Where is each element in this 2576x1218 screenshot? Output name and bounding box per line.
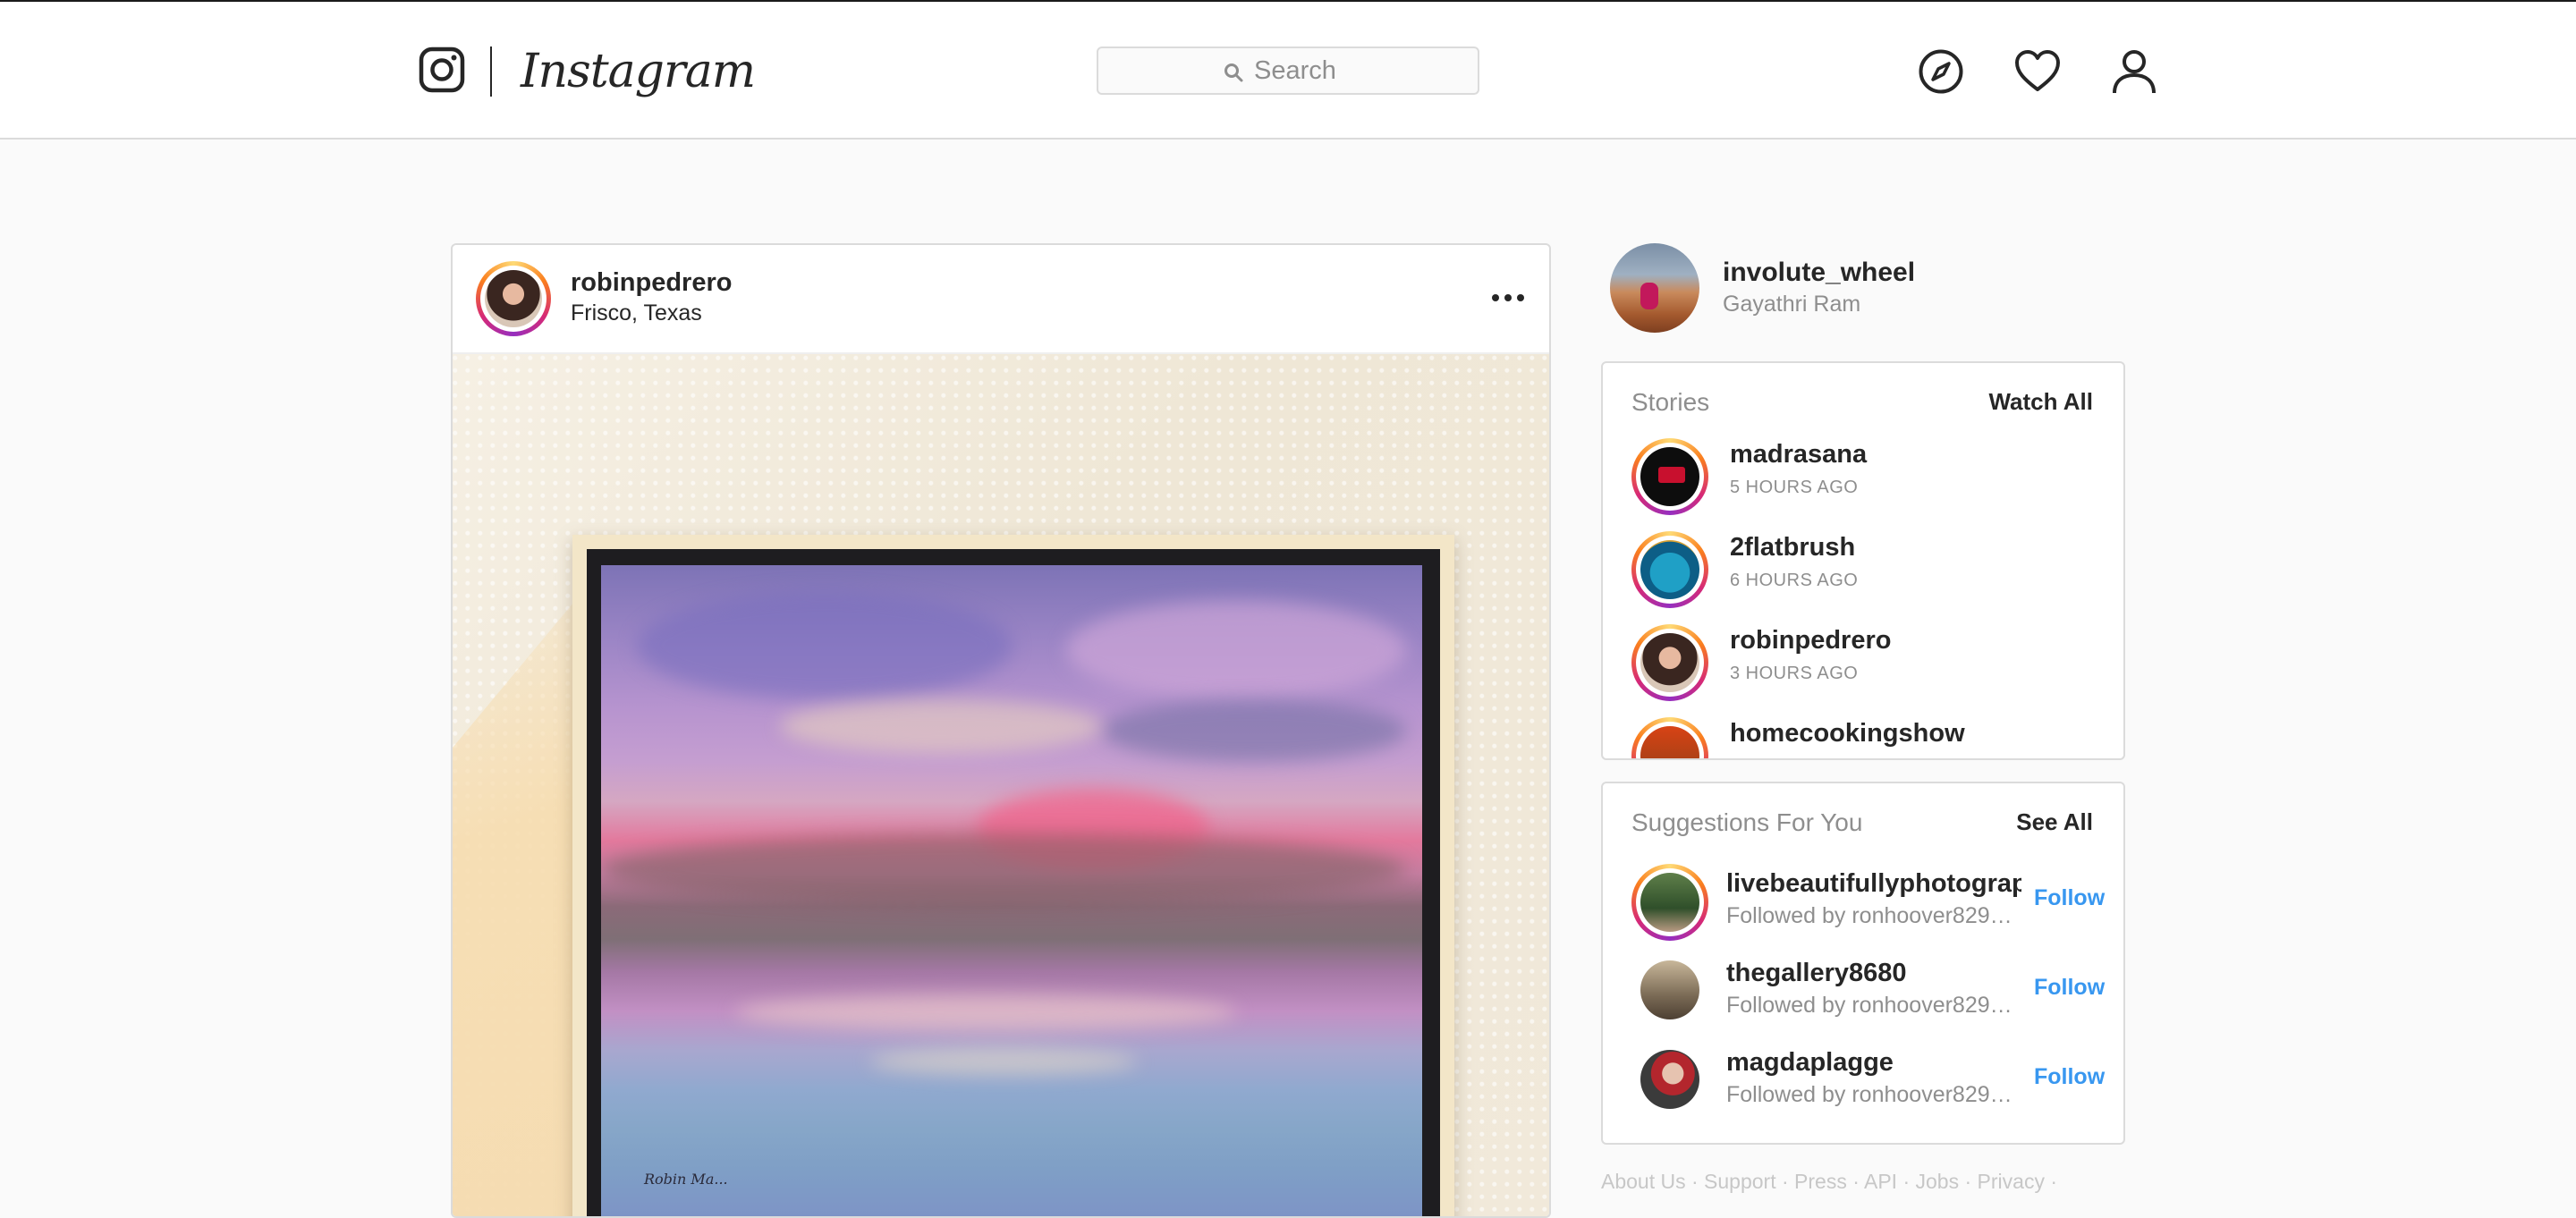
painting-signature: Robin Ma... bbox=[644, 1171, 728, 1188]
post-author-username[interactable]: robinpedrero bbox=[571, 268, 732, 298]
current-user-username[interactable]: involute_wheel bbox=[1723, 258, 1915, 288]
more-options-icon[interactable] bbox=[1490, 284, 1526, 311]
story-item[interactable]: homecookingshow bbox=[1631, 714, 2114, 758]
story-item[interactable]: robinpedrero 3 HOURS AGO bbox=[1631, 621, 2114, 705]
sunset-painting: Robin Ma... bbox=[601, 565, 1422, 1216]
suggestion-item: thegallery8680 Followed by ronhoover8291… bbox=[1631, 950, 2114, 1030]
story-timestamp: 3 HOURS AGO bbox=[1730, 664, 1859, 683]
search-placeholder: Search bbox=[1254, 56, 1336, 85]
follow-button[interactable]: Follow bbox=[2034, 885, 2105, 911]
suggestion-followed-by: Followed by ronhoover8291 + 3 more bbox=[1726, 1082, 2016, 1107]
camera-logo-icon[interactable] bbox=[419, 47, 465, 93]
story-item[interactable]: 2flatbrush 6 HOURS AGO bbox=[1631, 528, 2114, 612]
story-avatar[interactable] bbox=[1631, 624, 1708, 701]
heart-icon[interactable] bbox=[2014, 48, 2061, 95]
story-item[interactable]: madrasana 5 HOURS AGO bbox=[1631, 435, 2114, 519]
story-username[interactable]: 2flatbrush bbox=[1730, 533, 1855, 562]
post-location[interactable]: Frisco, Texas bbox=[571, 300, 702, 326]
compass-icon[interactable] bbox=[1918, 48, 1964, 95]
post-author-avatar[interactable] bbox=[476, 261, 551, 336]
feed-post: robinpedrero Frisco, Texas Robin Ma... bbox=[451, 243, 1551, 1218]
post-photo[interactable]: Robin Ma... bbox=[453, 354, 1549, 1216]
painting-frame: Robin Ma... bbox=[572, 535, 1454, 1216]
follow-button[interactable]: Follow bbox=[2034, 1064, 2105, 1090]
story-username[interactable]: robinpedrero bbox=[1730, 626, 1891, 656]
stories-title: Stories bbox=[1631, 388, 1710, 416]
search-icon bbox=[1224, 63, 1243, 82]
suggestion-avatar[interactable] bbox=[1640, 1050, 1699, 1109]
suggestion-followed-by: Followed by ronhoover8291 + 2 more bbox=[1726, 903, 2016, 928]
story-timestamp: 5 HOURS AGO bbox=[1730, 478, 1859, 497]
search-input[interactable]: Search bbox=[1097, 47, 1479, 95]
suggestion-followed-by: Followed by ronhoover8291 + 1 more bbox=[1726, 993, 2016, 1018]
footer-links[interactable]: About Us · Support · Press · API · Jobs … bbox=[1601, 1170, 2057, 1194]
story-timestamp: 6 HOURS AGO bbox=[1730, 571, 1859, 590]
suggestion-username[interactable]: livebeautifullyphotography bbox=[1726, 869, 2021, 899]
watch-all-button[interactable]: Watch All bbox=[1988, 388, 2093, 416]
suggestion-username[interactable]: thegallery8680 bbox=[1726, 959, 2021, 988]
follow-button[interactable]: Follow bbox=[2034, 975, 2105, 1001]
story-avatar[interactable] bbox=[1631, 531, 1708, 608]
suggestion-item: magdaplagge Followed by ronhoover8291 + … bbox=[1631, 1039, 2114, 1120]
current-user-fullname: Gayathri Ram bbox=[1723, 292, 1861, 317]
top-navigation-bar: Instagram Search bbox=[0, 2, 2576, 140]
instagram-wordmark[interactable]: Instagram bbox=[521, 36, 756, 107]
story-avatar[interactable] bbox=[1631, 717, 1708, 758]
story-username[interactable]: madrasana bbox=[1730, 440, 1867, 469]
story-avatar[interactable] bbox=[1631, 438, 1708, 515]
see-all-button[interactable]: See All bbox=[2016, 808, 2093, 836]
profile-icon[interactable] bbox=[2111, 48, 2157, 95]
suggestion-item: livebeautifullyphotography Followed by r… bbox=[1631, 860, 2114, 941]
current-user-avatar[interactable] bbox=[1610, 243, 1699, 333]
post-header: robinpedrero Frisco, Texas bbox=[453, 245, 1549, 354]
suggestions-panel: Suggestions For You See All livebeautifu… bbox=[1601, 782, 2125, 1145]
suggestion-avatar[interactable] bbox=[1640, 960, 1699, 1019]
suggestion-username[interactable]: magdaplagge bbox=[1726, 1048, 2021, 1078]
suggestions-title: Suggestions For You bbox=[1631, 808, 1863, 836]
story-username[interactable]: homecookingshow bbox=[1730, 719, 1965, 749]
stories-panel: Stories Watch All madrasana 5 HOURS AGO … bbox=[1601, 361, 2125, 760]
logo-divider bbox=[490, 47, 492, 97]
suggestion-avatar[interactable] bbox=[1631, 864, 1708, 941]
